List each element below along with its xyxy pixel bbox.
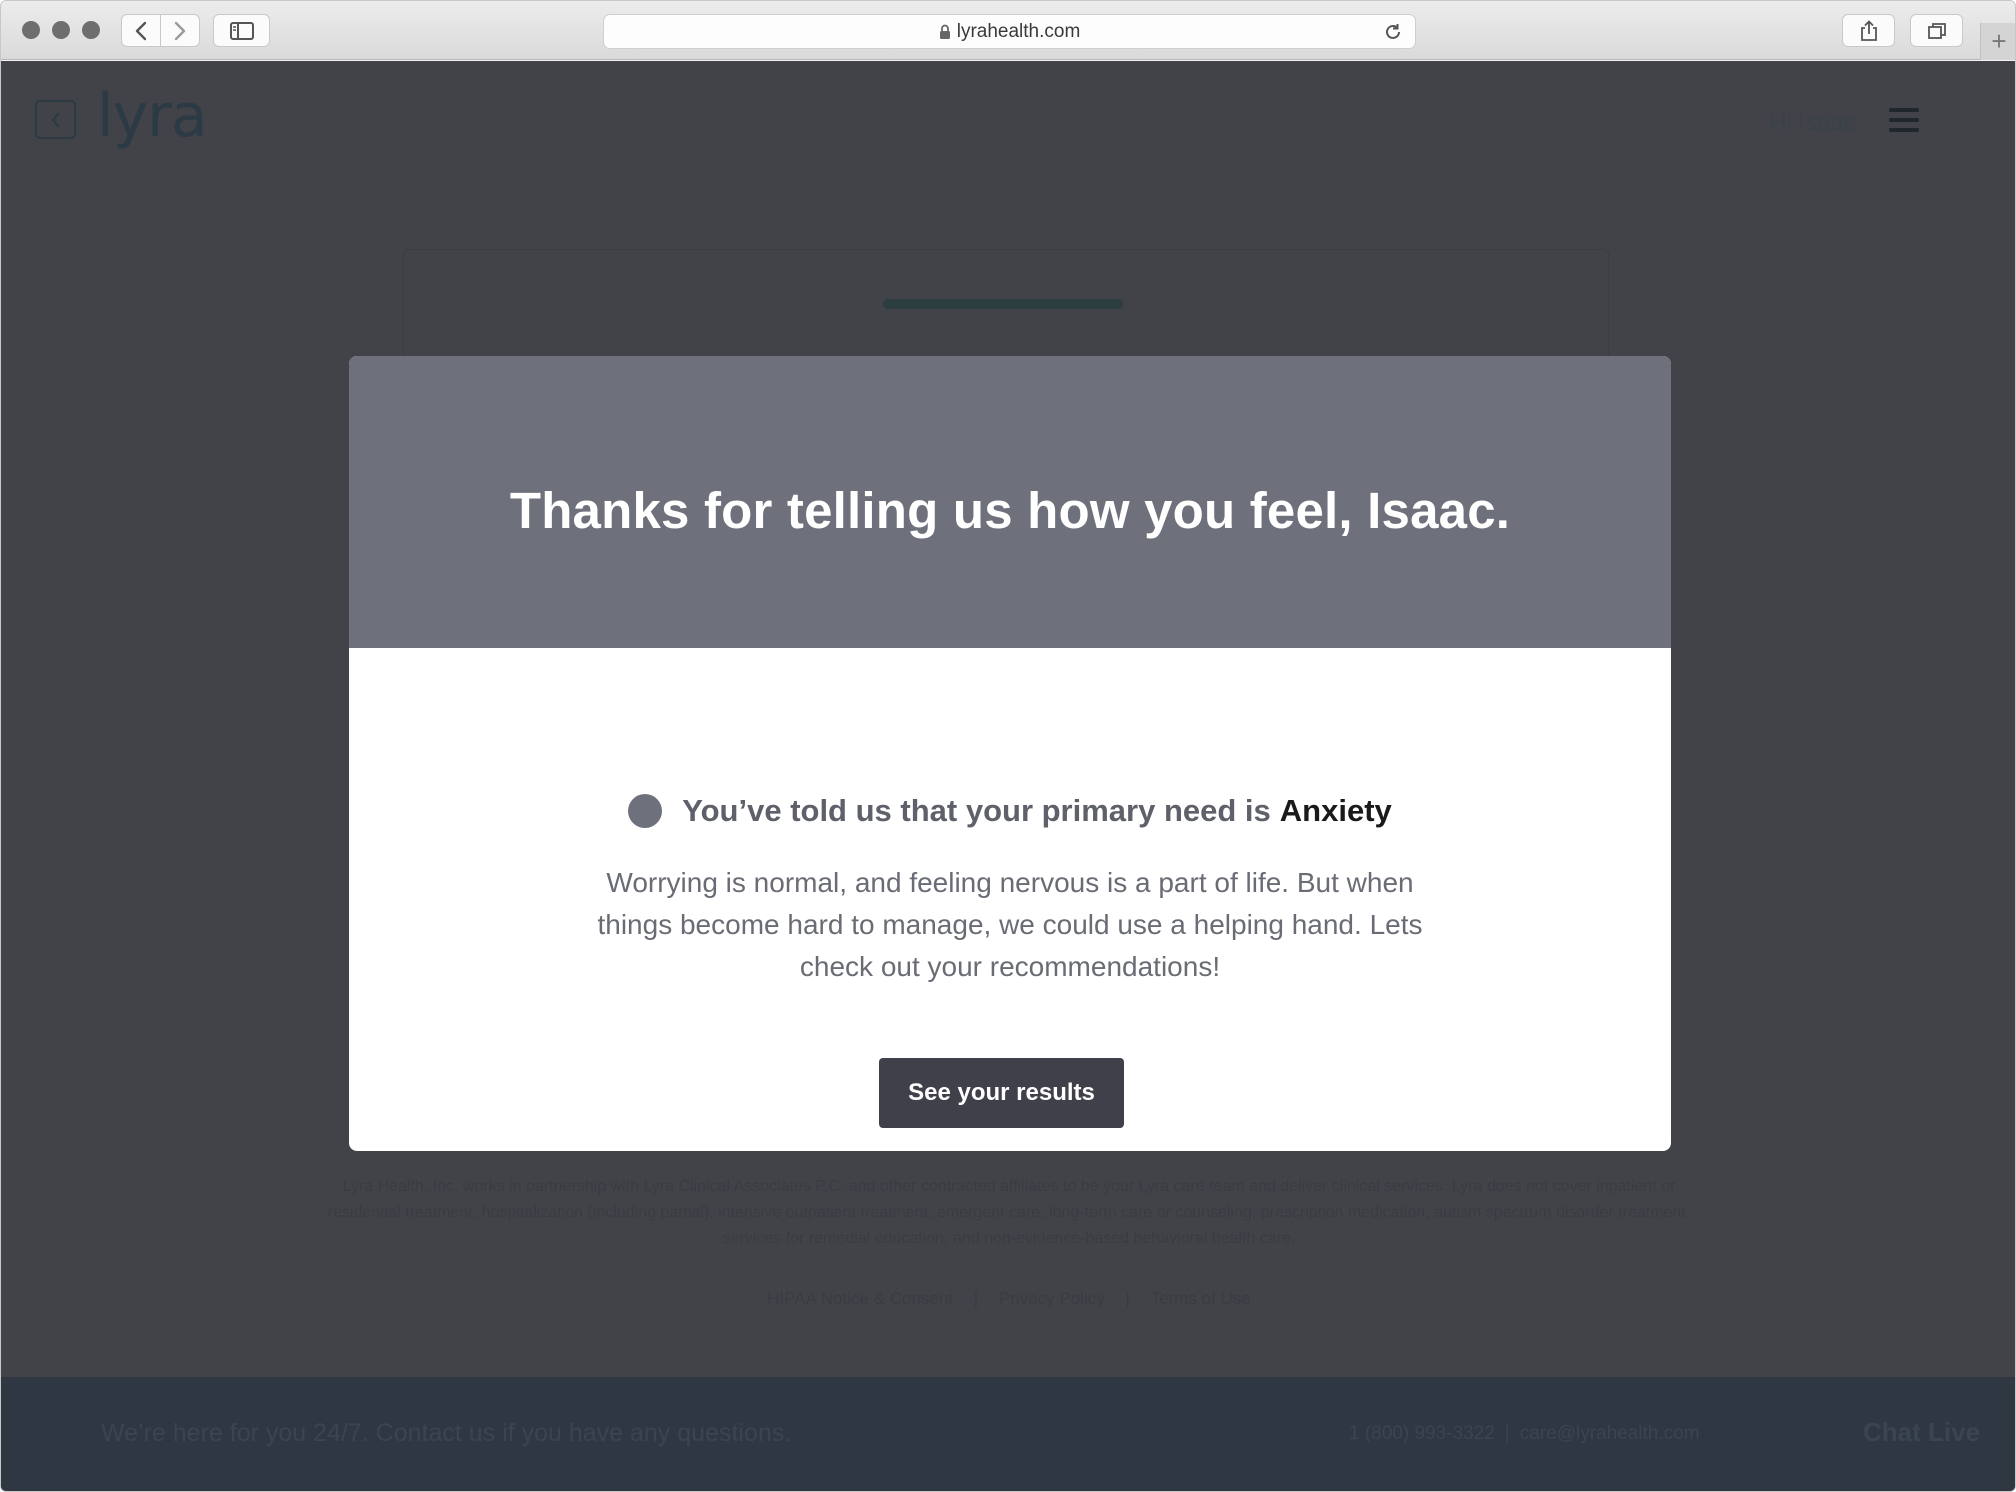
sidebar-icon [229,21,254,40]
support-bar: We’re here for you 24/7. Contact us if y… [1,1377,2015,1491]
tabs-icon [1927,22,1946,39]
lyra-logo[interactable]: lyra [97,81,208,151]
back-button[interactable] [35,100,76,139]
lock-icon [939,24,950,39]
progress-bar [883,299,1123,309]
legal-disclaimer: Lyra Health, Inc. works in partnership w… [327,1178,1691,1247]
support-contact: 1 (800) 993-3322 | care@lyrahealth.com [1349,1423,1700,1445]
need-indicator-icon [628,794,663,828]
close-window-button[interactable] [22,21,40,39]
chevron-left-icon [51,111,60,128]
primary-need-row: You’ve told us that your primary need is… [349,793,1671,829]
chevron-right-icon [174,21,186,40]
address-bar[interactable]: lyrahealth.com [603,14,1416,49]
contact-separator: | [1504,1423,1510,1444]
support-message: We’re here for you 24/7. Contact us if y… [101,1419,792,1447]
reload-icon[interactable] [1383,22,1403,42]
modal-header: Thanks for telling us how you feel, Isaa… [349,356,1671,648]
assessment-card [403,249,1609,369]
browser-toolbar: lyrahealth.com + [1,1,2015,60]
chevron-left-icon [135,21,147,40]
new-tab-button[interactable]: + [1980,23,2015,60]
menu-icon[interactable] [1889,108,1919,132]
zoom-window-button[interactable] [82,21,100,39]
chat-live-button[interactable]: Chat Live [1863,1417,1980,1448]
privacy-link[interactable]: Privacy Policy [999,1289,1105,1308]
modal-title: Thanks for telling us how you feel, Isaa… [509,481,1511,539]
page-content: lyra Hi Isaac Lyra Health, Inc. works in… [1,61,2015,1491]
browser-back-button[interactable] [121,14,161,47]
results-modal: Thanks for telling us how you feel, Isaa… [349,356,1671,1151]
hipaa-link[interactable]: HIPAA Notice & Consent [767,1289,953,1308]
see-results-button[interactable]: See your results [879,1058,1124,1128]
sidebar-toggle-button[interactable] [213,14,270,47]
site-header: lyra Hi Isaac [1,61,2015,181]
primary-need-value: Anxiety [1279,793,1392,828]
minimize-window-button[interactable] [52,21,70,39]
footer-links: HIPAA Notice & Consent | Privacy Policy … [1,1289,2015,1309]
support-email[interactable]: care@lyrahealth.com [1520,1423,1700,1444]
browser-forward-button[interactable] [160,14,200,47]
support-phone[interactable]: 1 (800) 993-3322 [1349,1423,1495,1444]
footer-separator: | [1125,1289,1130,1308]
browser-window: lyrahealth.com + lyra Hi Isaac Lyra Heal… [0,0,2016,1492]
footer-separator: | [973,1289,979,1308]
primary-need-label: You’ve told us that your primary need is [682,793,1271,828]
tab-overview-button[interactable] [1910,14,1963,47]
terms-link[interactable]: Terms of Use [1151,1289,1251,1308]
modal-description: Worrying is normal, and feeling nervous … [597,867,1423,982]
url-text: lyrahealth.com [956,20,1081,42]
share-button[interactable] [1842,14,1895,47]
share-icon [1860,19,1877,41]
user-greeting: Hi Isaac [1769,109,1856,136]
